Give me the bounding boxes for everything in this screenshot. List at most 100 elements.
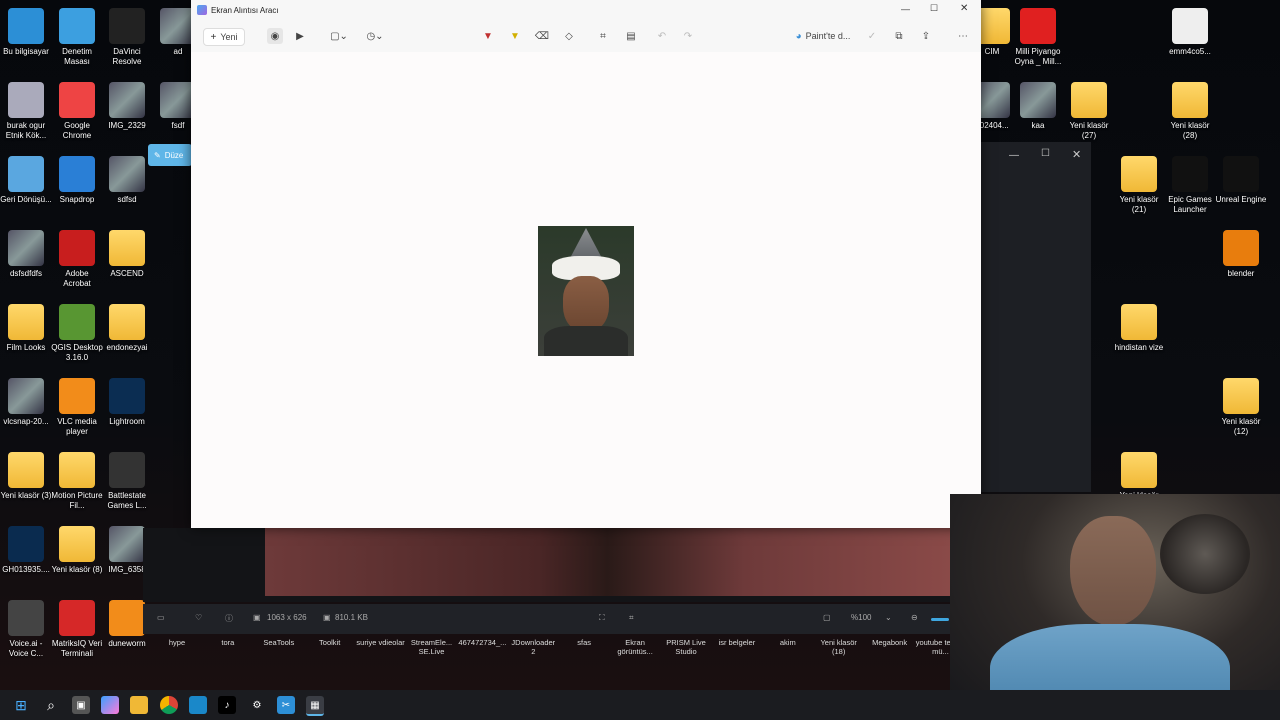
desktop-icon[interactable]: Lightroom (101, 378, 153, 427)
desktop-icon[interactable]: Battlestate Games L... (101, 452, 153, 511)
fit-icon[interactable]: ⛶ (599, 613, 605, 623)
desktop-icon-label: DaVinci Resolve (112, 47, 142, 66)
shelf-item-label[interactable]: isr belgeler (712, 638, 762, 647)
shelf-item-label[interactable]: tora (203, 638, 253, 647)
settings-icon[interactable]: ⚙ (248, 696, 266, 714)
shelf-item-label[interactable]: hype (152, 638, 202, 647)
crop-icon[interactable]: ⌗ (595, 28, 611, 44)
desktop-icon[interactable]: vlcsnap-20... (0, 378, 52, 427)
chevron-down-icon[interactable]: ⌄ (885, 613, 892, 622)
timer-icon[interactable]: ◷⌄ (363, 28, 387, 44)
shelf-item-label[interactable]: akim (763, 638, 813, 647)
desktop-icon[interactable]: Film Looks (0, 304, 52, 353)
shelf-item-label[interactable]: JDownloader 2 (508, 638, 558, 656)
aspect-icon[interactable]: ▢ (823, 613, 831, 622)
desktop-icon[interactable]: Denetim Masası (51, 8, 103, 67)
highlighter-icon[interactable]: ▼ (507, 28, 523, 44)
copilot-icon[interactable] (101, 696, 119, 714)
desktop-icon[interactable]: IMG_2329 (101, 82, 153, 131)
desktop-icon[interactable]: Yeni klasör (21) (1113, 156, 1165, 215)
desktop-icon[interactable]: sdfsd (101, 156, 153, 205)
desktop-icon[interactable]: Motion Picture Fil... (51, 452, 103, 511)
desktop-icon[interactable]: Yeni klasör (3) (0, 452, 52, 501)
shelf-item-label[interactable]: Megabonk (865, 638, 915, 647)
desktop-icon[interactable]: Snapdrop (51, 156, 103, 205)
desktop-icon[interactable]: QGIS Desktop 3.16.0 (51, 304, 103, 363)
new-button[interactable]: + Yeni (203, 28, 245, 46)
desktop-icon[interactable]: Unreal Engine (1215, 156, 1267, 205)
search-icon[interactable]: ⌕ (42, 696, 60, 714)
zoom-out-icon[interactable]: ⊖ (911, 613, 918, 622)
filmstrip-icon[interactable]: ▭ (157, 613, 165, 622)
shapes-icon[interactable]: ◇ (561, 28, 577, 44)
desktop-icon[interactable]: endonezyai (101, 304, 153, 353)
screenshot-mode-icon[interactable]: ◉ (267, 28, 283, 44)
desktop-icon[interactable]: Yeni klasör (8) (51, 526, 103, 575)
minimize-icon[interactable]: — (1009, 150, 1019, 161)
maximize-icon[interactable]: ☐ (1041, 148, 1050, 159)
task-view-icon[interactable]: ▣ (72, 696, 90, 714)
share-icon[interactable]: ⇪ (919, 28, 933, 44)
paint-button[interactable]: ◕ Paint'te d... (787, 28, 859, 44)
shelf-item-label[interactable]: PRISM Live Studio (661, 638, 711, 656)
desktop-icon[interactable]: Epic Games Launcher (1164, 156, 1216, 215)
close-icon[interactable]: ✕ (960, 3, 968, 14)
file-explorer-icon[interactable] (130, 696, 148, 714)
desktop-icon[interactable]: ASCEND (101, 230, 153, 279)
shelf-item-label[interactable]: Toolkit (305, 638, 355, 647)
desktop-icon[interactable]: VLC media player (51, 378, 103, 437)
eraser-icon[interactable]: ⌫ (534, 28, 550, 44)
desktop-icon[interactable]: Google Chrome (51, 82, 103, 141)
desktop-icon[interactable]: kaa (1012, 82, 1064, 131)
shelf-item-label[interactable]: suriye vdieolar (356, 638, 406, 647)
desktop-icon-label: QGIS Desktop 3.16.0 (51, 343, 103, 362)
shelf-item-label[interactable]: StreamEle... SE.Live (407, 638, 457, 656)
copy-icon[interactable]: ⧉ (892, 28, 906, 44)
desktop-icon[interactable]: Voice.ai - Voice C... (0, 600, 52, 659)
scan-icon[interactable]: ⌗ (629, 613, 634, 623)
tiktok-icon[interactable]: ♪ (218, 696, 236, 714)
desktop-icon[interactable]: hindistan vize (1113, 304, 1165, 353)
shelf-item-label[interactable]: Ekran görüntüs... (610, 638, 660, 656)
snipping-icon[interactable]: ✂ (277, 696, 295, 714)
info-icon[interactable]: ⓘ (225, 613, 233, 624)
close-icon[interactable]: ✕ (1072, 148, 1081, 161)
desktop-icon[interactable]: burak ogur Etnik Kök... (0, 82, 52, 141)
minimize-icon[interactable]: — (901, 4, 910, 14)
shelf-item-label[interactable]: SeaTools (254, 638, 304, 647)
desktop-icon[interactable]: emm4co5... (1164, 8, 1216, 57)
desktop-icon[interactable]: DaVinci Resolve (101, 8, 153, 67)
desktop-icon[interactable]: Bu bilgisayar (0, 8, 52, 57)
desktop-icon[interactable]: GH013935.... (0, 526, 52, 575)
video-mode-icon[interactable]: ▶ (292, 28, 308, 44)
text-actions-icon[interactable]: ▤ (623, 28, 639, 44)
rectangle-mode-icon[interactable]: ▢⌄ (327, 28, 351, 44)
desktop-icon[interactable]: Yeni klasör (27) (1063, 82, 1115, 141)
more-icon[interactable]: ⋯ (955, 28, 971, 44)
shelf-item-label[interactable]: sfas (559, 638, 609, 647)
desktop-icon[interactable]: Milli Piyango Oyna _ Mill... (1012, 8, 1064, 67)
shelf-item-label[interactable]: Yeni klasör (18) (814, 638, 864, 656)
desktop-icon[interactable]: dsfsdfdfs (0, 230, 52, 279)
desktop-icon[interactable]: Yeni klasör (12) (1215, 378, 1267, 437)
image-icon (8, 230, 44, 266)
maximize-icon[interactable]: ☐ (930, 3, 938, 14)
undo-icon[interactable]: ↶ (654, 28, 670, 44)
edit-badge[interactable]: ✎ Düze (148, 144, 192, 166)
desktop-icon[interactable]: Geri Dönüşü... (0, 156, 52, 205)
favorite-icon[interactable]: ♡ (195, 613, 202, 622)
desktop-icon[interactable]: blender (1215, 230, 1267, 279)
windows-start-icon[interactable]: ⊞ (12, 696, 30, 714)
desktop-icon[interactable]: Yeni klasör (28) (1164, 82, 1216, 141)
zoom-slider[interactable] (931, 618, 949, 621)
desktop-icon[interactable]: Adobe Acrobat (51, 230, 103, 289)
chrome-icon[interactable] (160, 696, 178, 714)
desktop-icon[interactable]: MatriksIQ Veri Terminali (51, 600, 103, 659)
zoom-level[interactable]: %100 (851, 613, 871, 622)
store-icon[interactable] (189, 696, 207, 714)
pen-icon[interactable]: ▼ (480, 28, 496, 44)
shelf-item-label[interactable]: 467472734_... (457, 638, 507, 647)
redo-icon[interactable]: ↷ (680, 28, 696, 44)
app-icon[interactable]: ▦ (306, 696, 324, 716)
save-check-icon[interactable]: ✓ (865, 28, 879, 44)
